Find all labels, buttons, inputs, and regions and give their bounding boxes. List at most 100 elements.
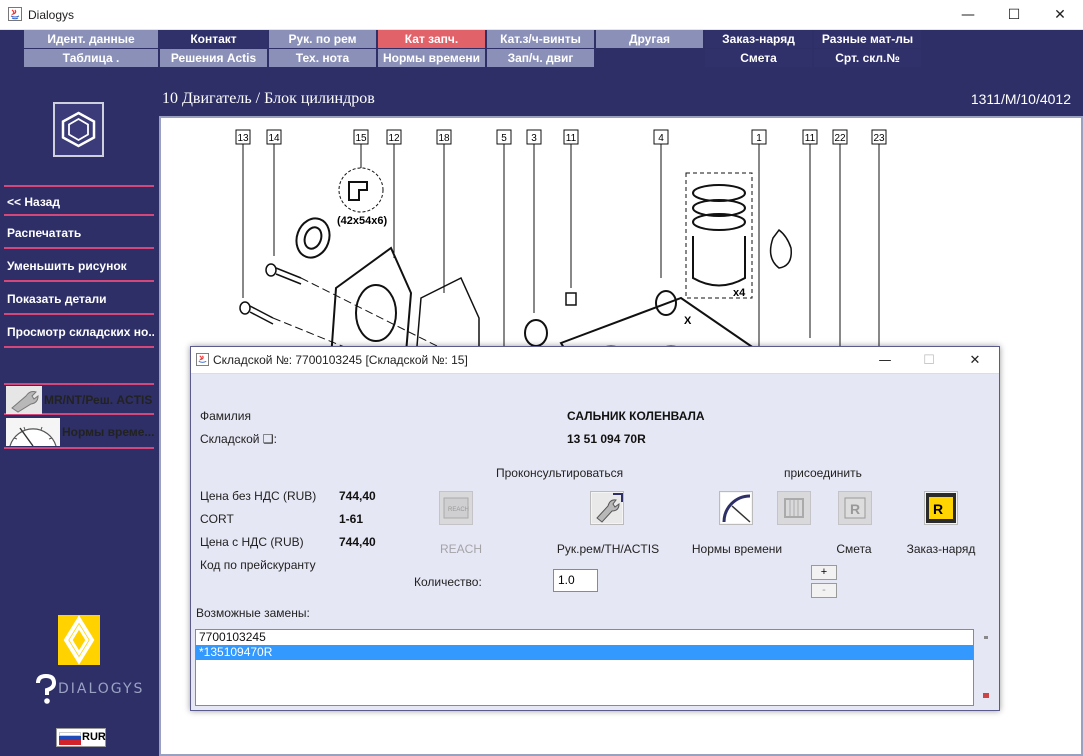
help-question-icon bbox=[36, 674, 57, 704]
quantity-decrement-button[interactable]: - bbox=[811, 583, 837, 598]
quantity-label: Количество: bbox=[414, 575, 482, 589]
replacements-label: Возможные замены: bbox=[196, 606, 310, 620]
callout-number: 23 bbox=[873, 133, 885, 144]
callout-number: 4 bbox=[658, 133, 664, 144]
java-app-icon bbox=[8, 7, 22, 21]
callout-number: 11 bbox=[805, 133, 816, 144]
gauge-icon bbox=[721, 493, 751, 523]
list-marker-top bbox=[984, 636, 988, 639]
callout-number: 3 bbox=[531, 133, 537, 144]
piston-quantity-label: x4 bbox=[733, 287, 746, 299]
part-details-dialog: Складской №: 7700103245 [Складской №: 15… bbox=[190, 346, 1000, 711]
menu-estimate[interactable]: Смета bbox=[705, 49, 812, 67]
menu-contact[interactable]: Контакт bbox=[160, 30, 267, 48]
attach-button bbox=[777, 491, 811, 525]
hex-nut-logo bbox=[53, 102, 104, 157]
replacements-list[interactable]: 7700103245 *135109470R bbox=[195, 629, 974, 706]
labour-times-caption: Нормы времени bbox=[691, 542, 783, 556]
axis-x-label: X bbox=[684, 315, 692, 327]
callout-number: 14 bbox=[268, 133, 280, 144]
engine-attach-icon bbox=[784, 498, 804, 518]
callout-number: 11 bbox=[566, 133, 577, 144]
menu-table[interactable]: Таблица . bbox=[24, 49, 158, 67]
menu-repair-manual[interactable]: Рук. по рем bbox=[269, 30, 376, 48]
callout-number: 1 bbox=[756, 133, 762, 144]
callout-number: 12 bbox=[388, 133, 400, 144]
callout-number: 5 bbox=[501, 133, 507, 144]
labour-times-side-label: Нормы време... bbox=[62, 425, 155, 439]
list-item[interactable]: *135109470R bbox=[196, 645, 973, 660]
menu-misc-materials[interactable]: Разные мат-лы bbox=[814, 30, 921, 48]
callout-number: 13 bbox=[237, 133, 249, 144]
list-item[interactable]: 7700103245 bbox=[196, 630, 973, 645]
svg-text:R: R bbox=[850, 501, 860, 517]
minimize-button[interactable]: — bbox=[945, 0, 991, 30]
dialogys-brand: DIALOGYS bbox=[58, 681, 145, 697]
callout-number: 18 bbox=[438, 133, 450, 144]
svg-text:REACH: REACH bbox=[448, 507, 469, 513]
currency-selector[interactable]: RUR bbox=[56, 728, 106, 747]
labour-times-side-button[interactable]: Нормы време... bbox=[4, 417, 154, 449]
dialog-titlebar: Складской №: 7700103245 [Складской №: 15… bbox=[191, 347, 999, 374]
price-vat-label: Цена с НДС (RUB) bbox=[200, 535, 304, 549]
java-dialog-icon bbox=[196, 353, 209, 366]
callout-number: 15 bbox=[355, 133, 367, 144]
maximize-button[interactable]: ☐ bbox=[991, 0, 1037, 30]
quantity-increment-button[interactable]: + bbox=[811, 565, 837, 580]
page-title: 10 Двигатель / Блок цилиндров bbox=[162, 90, 375, 107]
hex-nut-icon bbox=[61, 111, 96, 148]
dialog-title: Складской №: 7700103245 [Складской №: 15… bbox=[213, 353, 468, 367]
family-label: Фамилия bbox=[200, 409, 251, 423]
quantity-input[interactable]: 1.0 bbox=[553, 569, 598, 592]
gauge-thumbnail-icon bbox=[6, 418, 60, 446]
repair-manual-button[interactable] bbox=[590, 491, 624, 525]
actis-solutions-button[interactable]: MR/NT/Реш. ACTIS bbox=[4, 383, 154, 415]
view-stock-numbers-button[interactable]: Просмотр складских но... bbox=[4, 317, 154, 348]
menu-parts-catalog[interactable]: Кат запч. bbox=[378, 30, 485, 48]
dialog-minimize-button[interactable]: — bbox=[863, 347, 907, 374]
price-no-vat-value: 744,40 bbox=[339, 489, 376, 503]
menu-engine-parts[interactable]: Зап/ч. двиг bbox=[487, 49, 594, 67]
menu-other[interactable]: Другая bbox=[596, 30, 703, 48]
page-code: 1311/M/10/4012 bbox=[970, 91, 1071, 107]
print-button[interactable]: Распечатать bbox=[4, 218, 154, 249]
zoom-out-button[interactable]: Уменьшить рисунок bbox=[4, 251, 154, 282]
dialog-close-button[interactable]: ✕ bbox=[953, 347, 997, 374]
russia-flag-icon bbox=[59, 732, 81, 745]
reach-icon: REACH bbox=[443, 497, 469, 519]
callout-labels: 13 14 15 12 18 5 3 11 4 1 11 22 23 bbox=[235, 129, 887, 145]
back-button[interactable]: << Назад bbox=[4, 185, 154, 216]
labour-times-button[interactable] bbox=[719, 491, 753, 525]
svg-text:R: R bbox=[933, 501, 943, 517]
estimate-caption: Смета bbox=[836, 542, 872, 556]
show-details-button[interactable]: Показать детали bbox=[4, 284, 154, 315]
renault-logo-icon bbox=[58, 615, 100, 665]
reach-button: REACH bbox=[439, 491, 473, 525]
wrench-thumbnail-icon bbox=[6, 386, 42, 414]
work-order-button[interactable]: R bbox=[924, 491, 958, 525]
menu-actis-solutions[interactable]: Решения Actis bbox=[160, 49, 267, 67]
stock-number-label: Складской ❑: bbox=[200, 432, 277, 446]
menu-tech-note[interactable]: Тех. нота bbox=[269, 49, 376, 67]
pricelist-code-label: Код по прейскуранту bbox=[200, 558, 316, 572]
menu-labour-times[interactable]: Нормы времени bbox=[378, 49, 485, 67]
family-value: САЛЬНИК КОЛЕНВАЛА bbox=[567, 409, 705, 423]
price-vat-value: 744,40 bbox=[339, 535, 376, 549]
menu-stock-sort[interactable]: Срт. скл.№ bbox=[814, 49, 921, 67]
menu-identification[interactable]: Идент. данные bbox=[24, 30, 158, 48]
currency-label: RUR bbox=[82, 731, 106, 743]
cort-value: 1-61 bbox=[339, 512, 364, 526]
cort-label: CORT bbox=[200, 512, 234, 526]
menu-parts-screws[interactable]: Кат.з/ч-винты bbox=[487, 30, 594, 48]
actis-solutions-label: MR/NT/Реш. ACTIS bbox=[44, 393, 153, 407]
menu-work-order[interactable]: Заказ-наряд bbox=[705, 30, 812, 48]
window-titlebar: Dialogys — ☐ ✕ bbox=[0, 0, 1083, 30]
dialog-maximize-button: ☐ bbox=[923, 353, 935, 368]
close-button[interactable]: ✕ bbox=[1037, 0, 1083, 30]
list-marker-bottom bbox=[983, 693, 989, 698]
callout-number: 22 bbox=[834, 133, 846, 144]
attach-section-label: присоединить bbox=[784, 466, 862, 480]
wrench-icon bbox=[592, 493, 623, 523]
seal-dimensions-label: (42x54x6) bbox=[337, 215, 387, 227]
estimate-icon: R bbox=[844, 497, 866, 519]
